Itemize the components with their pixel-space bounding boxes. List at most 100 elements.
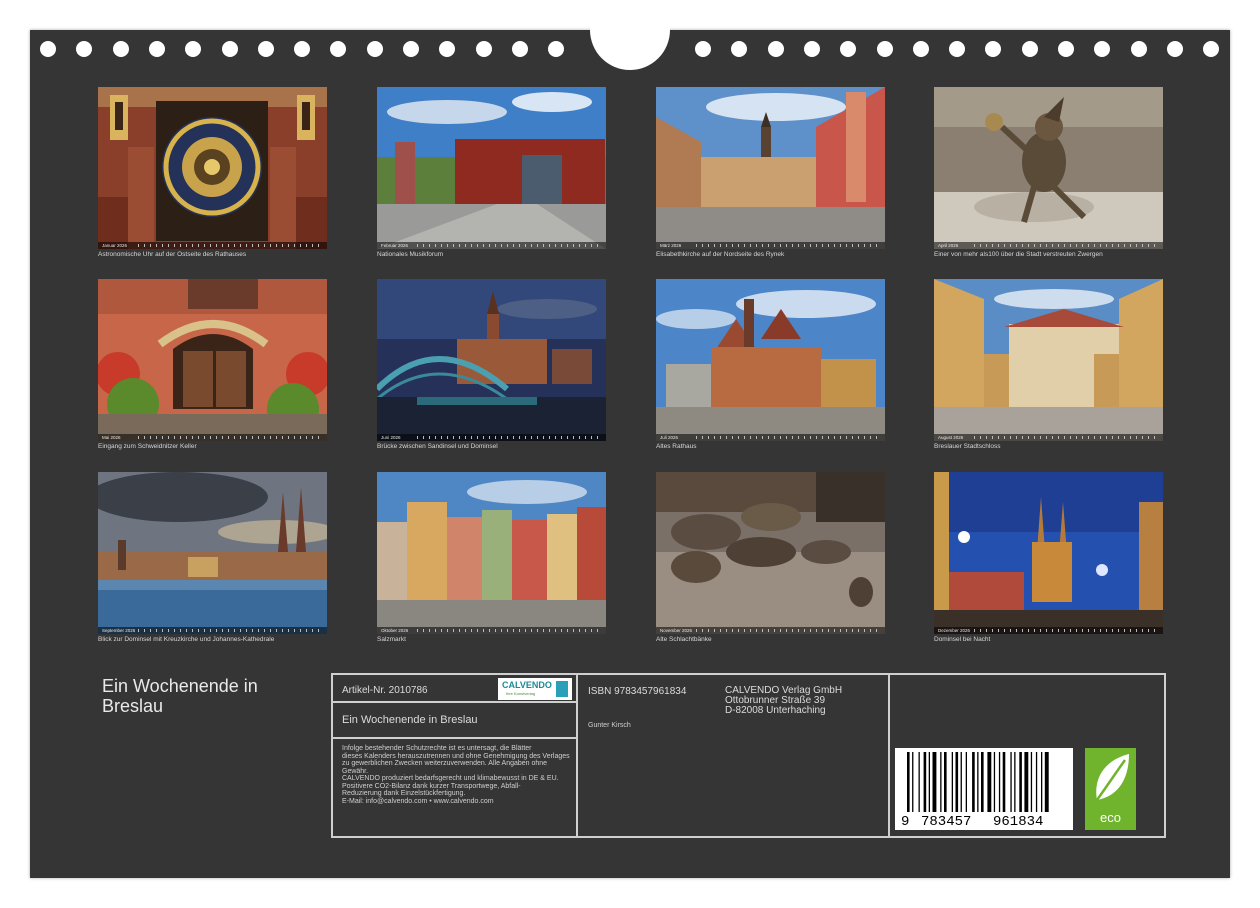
day-tick [1016,629,1017,632]
day-tick [846,436,847,439]
day-tick [1076,629,1077,632]
day-tick [555,436,556,439]
day-tick [537,436,538,439]
barcode-bar [1010,752,1012,812]
photo-october: Oktober 2026 [377,472,606,634]
day-tick [300,629,301,632]
day-tick [465,436,466,439]
day-tick [774,436,775,439]
day-tick [150,629,151,632]
day-tick [435,436,436,439]
day-tick [288,629,289,632]
binding-hole [1094,41,1110,57]
month-strip: Oktober 2026 [377,627,606,634]
day-tick [998,436,999,439]
day-tick [998,629,999,632]
barcode-bar [951,752,953,812]
day-tick [708,629,709,632]
day-tick [1148,436,1149,439]
day-tick [180,436,181,439]
leaf-icon [1095,754,1129,801]
day-tick [696,244,697,247]
day-tick [714,629,715,632]
month-label: November 2026 [660,628,693,633]
day-tick [549,436,550,439]
day-tick [429,629,430,632]
day-tick [258,629,259,632]
day-tick [1028,244,1029,247]
photo-caption: Dominsel bei Nacht [934,636,991,643]
day-tick [270,436,271,439]
day-tick [1004,244,1005,247]
publisher-address: CALVENDO Verlag GmbH Ottobrunner Straße … [725,686,842,716]
day-tick [744,629,745,632]
day-tick [750,436,751,439]
day-tick [453,629,454,632]
day-tick [270,244,271,247]
day-tick [276,244,277,247]
day-tick [1088,629,1089,632]
day-tick [816,629,817,632]
day-tick [840,436,841,439]
day-tick [453,436,454,439]
day-tick [300,244,301,247]
day-tick [216,629,217,632]
day-tick [483,436,484,439]
day-tick [696,629,697,632]
day-tick [708,436,709,439]
barcode-bar [1014,752,1016,812]
day-tick [1076,244,1077,247]
day-tick [708,244,709,247]
day-tick [1154,436,1155,439]
day-tick [591,244,592,247]
day-tick [1070,436,1071,439]
day-tick [318,629,319,632]
day-tick [720,244,721,247]
day-tick [423,436,424,439]
legal-line: zu gewerblichen Zwecken weiterzuverwende… [342,760,548,767]
day-tick [980,436,981,439]
day-tick [1112,436,1113,439]
day-tick [318,436,319,439]
barcode-digits-left: 783457 [921,814,972,830]
month-label: August 2026 [938,435,964,440]
day-tick [555,629,556,632]
day-tick [840,629,841,632]
day-tick [774,244,775,247]
day-tick [537,629,538,632]
day-tick [992,629,993,632]
day-tick [453,244,454,247]
month-label: April 2026 [938,243,959,248]
day-tick [150,436,151,439]
day-tick [531,244,532,247]
barcode: 9 783457 961834 [895,748,1073,830]
day-tick [180,629,181,632]
barcode-bar [944,752,947,812]
day-tick [501,244,502,247]
day-tick [1076,436,1077,439]
day-tick [186,436,187,439]
photo-may: Mai 2026 [98,279,327,441]
day-tick [1100,436,1101,439]
day-tick [1010,436,1011,439]
day-tick [1106,436,1107,439]
day-tick [591,436,592,439]
day-tick [447,436,448,439]
day-tick [525,629,526,632]
binding-hole [1203,41,1219,57]
day-tick [1052,244,1053,247]
barcode-bar [907,752,910,812]
day-tick [525,244,526,247]
day-tick [816,244,817,247]
day-tick [1082,244,1083,247]
day-tick [1046,436,1047,439]
day-tick [726,244,727,247]
day-tick [210,629,211,632]
binding-hole [840,41,856,57]
day-tick [870,629,871,632]
day-tick [180,244,181,247]
day-tick [204,629,205,632]
day-tick [186,629,187,632]
day-tick [246,244,247,247]
month-strip: Februar 2026 [377,242,606,249]
